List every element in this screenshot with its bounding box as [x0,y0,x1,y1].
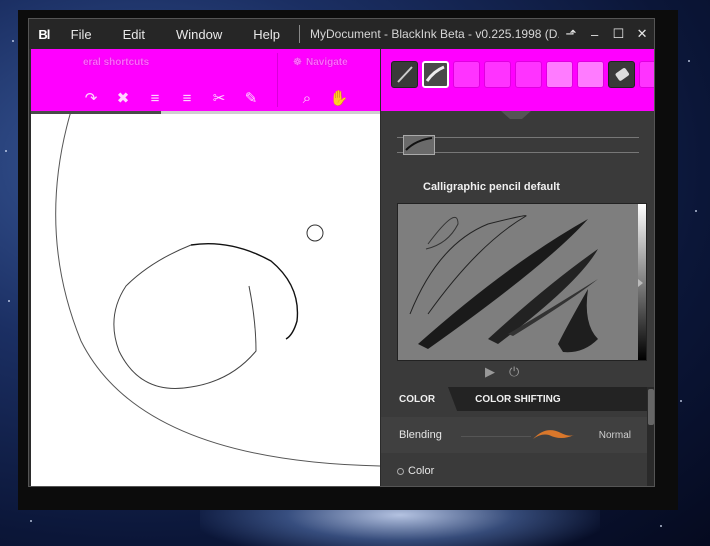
title-separator [299,25,300,43]
layer-down-icon[interactable]: ≡ [177,89,197,109]
app-logo: Bl [38,26,50,42]
eraser-icon[interactable]: ✎ [241,89,261,109]
preset-thumbnail[interactable] [403,135,435,155]
toolbar-divider [277,53,278,107]
scissors-icon[interactable]: ✂ [209,89,229,109]
brush-preview [397,203,647,361]
preset-strip[interactable] [397,135,639,155]
brush-eraser[interactable] [608,61,635,88]
tab-color-shifting[interactable]: COLOR SHIFTING [457,387,575,411]
window-title: MyDocument - BlackInk Beta - v0.225.1998… [310,27,560,41]
tab-color[interactable]: COLOR [381,387,458,411]
navigate-icons: ⌕ ✋ [297,89,349,109]
zoom-icon[interactable]: ⌕ [297,89,317,109]
brush-toolbar [381,49,654,111]
brush-5[interactable] [515,61,542,88]
panel-scrollbar[interactable] [647,387,654,486]
play-icon[interactable]: ▶ [485,364,495,380]
preview-arrow-icon [638,279,643,287]
redo-icon[interactable]: ↷ [81,89,101,109]
menu-help[interactable]: Help [241,27,299,42]
brush-9[interactable] [639,61,654,88]
pen-brush-icon [397,66,413,83]
minimize-button[interactable]: – [583,27,607,42]
brush-3[interactable] [453,61,480,88]
eraser-brush-icon [615,68,629,81]
brush-4[interactable] [484,61,511,88]
close-button[interactable]: ✕ [630,26,654,42]
blending-label: Blending [399,429,442,441]
brush-preview-strokes [409,215,598,353]
app-window: Bl File Edit Window Help MyDocument - Bl… [28,18,655,487]
color-label: Color [408,465,435,477]
blending-divider [461,436,531,437]
blending-row[interactable]: Blending Normal [381,417,647,453]
panel-collapse-handle[interactable] [501,111,531,119]
layer-up-icon[interactable]: ≡ [145,89,165,109]
blend-stroke-icon [533,430,574,439]
brush-pen[interactable] [391,61,418,88]
navigate-label-group: ☸ Navigate [293,57,348,68]
canvas-strokes [55,110,381,467]
pencil-brush-icon [425,65,445,82]
brush-settings-panel: Calligraphic pencil default ▶ ⏻ COLOR CO… [381,111,654,486]
brush-7[interactable] [577,61,604,88]
preview-controls: ▶ ⏻ [485,364,519,380]
shortcuts-label: eral shortcuts [83,57,150,68]
hand-icon[interactable]: ✋ [329,89,349,109]
menu-file[interactable]: File [59,27,111,42]
shortcuts-toolbar: eral shortcuts ☸ Navigate ↷ ✖ ≡ ≡ ✂ ✎ ⌕ … [31,49,380,111]
brush-calligraphic-pencil[interactable] [422,61,449,88]
canvas-ruler-progress [31,111,161,114]
blending-mode-value[interactable]: Normal [599,430,631,441]
preset-name: Calligraphic pencil default [423,181,560,193]
preset-thumbnail-icon [405,137,433,151]
shortcut-icons: ↷ ✖ ≡ ≡ ✂ ✎ [81,89,261,109]
menu-edit[interactable]: Edit [111,27,164,42]
navigate-label: Navigate [305,57,348,68]
restore-down-button[interactable]: ⬏ [559,26,583,42]
color-row[interactable]: Color [381,457,647,486]
brush-6[interactable] [546,61,573,88]
menu-window[interactable]: Window [164,27,241,42]
title-bar: Bl File Edit Window Help MyDocument - Bl… [29,19,654,49]
brush-presets [391,61,654,88]
panel-scroll-thumb[interactable] [648,389,654,425]
navigate-wheel-icon: ☸ [293,57,302,68]
color-radio[interactable] [397,468,404,475]
delete-icon[interactable]: ✖ [113,89,133,109]
power-icon[interactable]: ⏻ [509,364,519,380]
panel-tabs: COLOR COLOR SHIFTING [381,387,647,411]
maximize-button[interactable]: ☐ [607,26,631,42]
drawing-canvas[interactable] [31,110,381,486]
